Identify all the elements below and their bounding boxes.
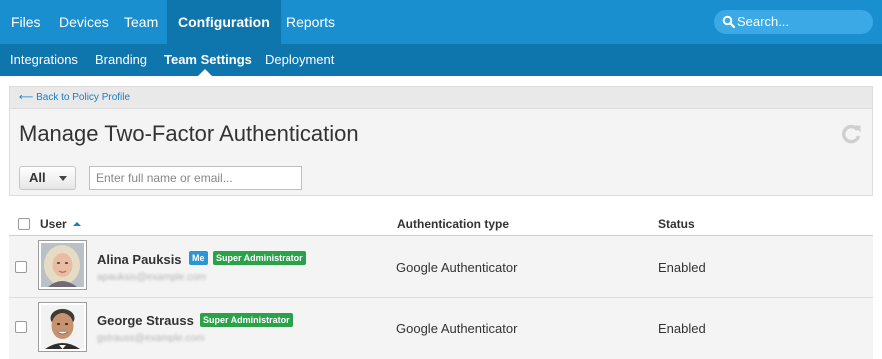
man-portrait-avatar <box>41 305 84 349</box>
global-search[interactable]: Search... <box>714 10 873 34</box>
super-admin-badge: Super Administrator <box>213 251 306 265</box>
subnav-integrations[interactable]: Integrations <box>10 44 78 76</box>
search-placeholder: Search... <box>737 14 790 29</box>
user-filter-dropdown[interactable]: All <box>19 166 76 190</box>
nav-configuration[interactable]: Configuration <box>167 0 281 44</box>
filter-label: All <box>29 170 46 185</box>
status: Enabled <box>658 260 706 275</box>
active-tab-caret <box>198 69 212 76</box>
user-email: apauksis@example.com <box>97 272 207 283</box>
chevron-down-icon <box>59 176 67 181</box>
column-header-user[interactable]: User <box>40 212 67 236</box>
avatar <box>38 302 87 352</box>
search-icon <box>722 15 736 29</box>
avatar <box>38 240 87 290</box>
user-name: George Strauss <box>97 313 194 328</box>
nav-files[interactable]: Files <box>11 0 41 44</box>
top-nav: Files Devices Team Configuration Reports… <box>0 0 882 44</box>
column-header-auth-type: Authentication type <box>397 217 510 231</box>
auth-type: Google Authenticator <box>396 260 518 275</box>
user-email: gstrauss@example.com <box>97 333 205 344</box>
nav-devices[interactable]: Devices <box>59 0 109 44</box>
row-checkbox[interactable] <box>15 261 27 273</box>
status: Enabled <box>658 321 706 336</box>
table-row: George Strauss Super Administrator gstra… <box>9 298 873 359</box>
column-header-status: Status <box>658 217 695 231</box>
page-title: Manage Two-Factor Authentication <box>19 121 359 146</box>
row-checkbox[interactable] <box>15 321 27 333</box>
sub-nav: Integrations Branding Team Settings Depl… <box>0 44 882 76</box>
subnav-deployment[interactable]: Deployment <box>265 44 334 76</box>
nav-reports[interactable]: Reports <box>286 0 335 44</box>
user-search-input[interactable] <box>89 166 302 190</box>
sort-ascending-icon[interactable] <box>73 222 81 226</box>
select-all-checkbox[interactable] <box>18 218 30 230</box>
breadcrumb: ⟵ Back to Policy Profile <box>10 87 872 109</box>
table-header: User Authentication type Status <box>9 212 873 236</box>
subnav-branding[interactable]: Branding <box>95 44 147 76</box>
page-header-panel: ⟵ Back to Policy Profile Manage Two-Fact… <box>9 86 873 196</box>
auth-type: Google Authenticator <box>396 321 518 336</box>
user-name: Alina Pauksis <box>97 252 182 267</box>
woman-portrait-avatar <box>41 243 84 287</box>
super-admin-badge: Super Administrator <box>200 313 293 327</box>
me-badge: Me <box>189 251 208 265</box>
table-row: Alina Pauksis Me Super Administrator apa… <box>9 236 873 298</box>
back-to-policy-profile-link[interactable]: ⟵ Back to Policy Profile <box>19 92 130 103</box>
refresh-icon[interactable] <box>840 123 862 145</box>
nav-team[interactable]: Team <box>124 0 158 44</box>
